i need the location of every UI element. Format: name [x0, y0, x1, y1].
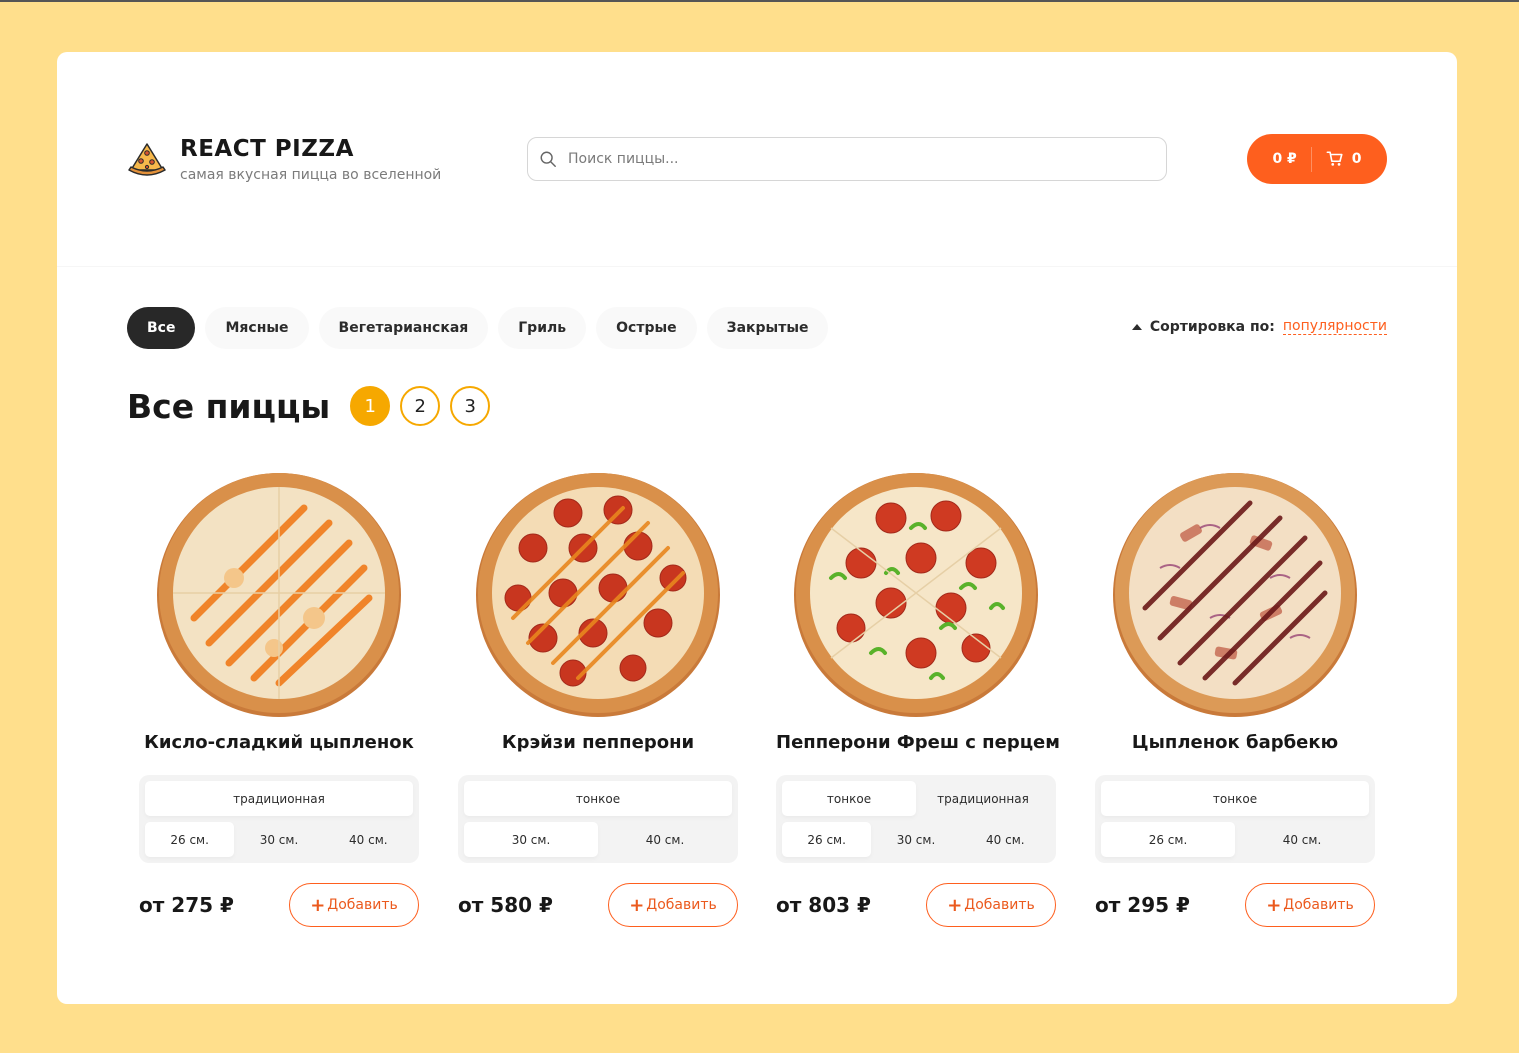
pizza-price: от 295 ₽	[1095, 893, 1190, 917]
dough-option[interactable]: тонкое	[464, 781, 732, 816]
plus-icon: +	[947, 894, 963, 916]
page-title: Все пиццы	[127, 386, 331, 426]
pizza-options: тонкое 26 см. 40 см.	[1095, 775, 1375, 863]
add-to-cart-button[interactable]: + Добавить	[926, 883, 1056, 927]
add-button-label: Добавить	[646, 897, 717, 913]
plus-icon: +	[310, 894, 326, 916]
pizza-options: традиционная 26 см. 30 см. 40 см.	[139, 775, 419, 863]
pizza-card: Цыпленок барбекю тонкое 26 см. 40 см. от…	[1095, 468, 1375, 927]
pizza-image	[157, 473, 401, 717]
search-icon	[540, 151, 556, 167]
pizza-price: от 580 ₽	[458, 893, 553, 917]
size-option[interactable]: 40 см.	[598, 822, 732, 857]
pizza-image	[794, 473, 1038, 717]
dough-option[interactable]: традиционная	[916, 781, 1050, 816]
category-closed[interactable]: Закрытые	[706, 307, 829, 349]
pizza-price: от 275 ₽	[139, 893, 234, 917]
pizza-price: от 803 ₽	[776, 893, 871, 917]
pizza-card: Кисло-сладкий цыпленок традиционная 26 с…	[139, 468, 419, 927]
cart-divider	[1310, 146, 1312, 172]
plus-icon: +	[629, 894, 645, 916]
search-box	[527, 137, 1167, 181]
add-to-cart-button[interactable]: + Добавить	[1245, 883, 1375, 927]
dough-option[interactable]: тонкое	[1101, 781, 1369, 816]
sort-value[interactable]: популярности	[1282, 318, 1387, 335]
pizza-options: тонкое традиционная 26 см. 30 см. 40 см.	[776, 775, 1056, 863]
size-option[interactable]: 40 см.	[324, 822, 413, 857]
pizza-name: Цыпленок барбекю	[1131, 732, 1339, 753]
add-button-label: Добавить	[1283, 897, 1354, 913]
size-option[interactable]: 26 см.	[1101, 822, 1235, 857]
cart-icon	[1326, 151, 1343, 166]
pizza-options: тонкое 30 см. 40 см.	[458, 775, 738, 863]
plus-icon: +	[1266, 894, 1282, 916]
dough-option[interactable]: традиционная	[145, 781, 413, 816]
app-container: REACT PIZZA самая вкусная пицца во вселе…	[57, 52, 1457, 1004]
add-to-cart-button[interactable]: + Добавить	[608, 883, 738, 927]
search-input[interactable]	[568, 151, 1148, 167]
window-top-border	[0, 0, 1519, 2]
size-option[interactable]: 30 см.	[234, 822, 323, 857]
sort-control: Сортировка по: популярности	[1131, 318, 1387, 335]
dough-option[interactable]: тонкое	[782, 781, 916, 816]
size-option[interactable]: 40 см.	[1235, 822, 1369, 857]
title-row: Все пиццы 1 2 3	[127, 386, 500, 426]
category-vegetarian[interactable]: Вегетарианская	[318, 307, 489, 349]
pizza-image	[476, 473, 720, 717]
logo[interactable]: REACT PIZZA самая вкусная пицца во вселе…	[127, 136, 441, 183]
pizza-logo-icon	[128, 142, 166, 176]
sort-label: Сортировка по:	[1149, 318, 1275, 335]
cart-count: 0	[1351, 151, 1362, 167]
logo-subtitle: самая вкусная пицца во вселенной	[180, 167, 442, 183]
pizza-card: Пепперони Фреш с перцем тонкое традицион…	[776, 468, 1060, 927]
pizza-card: Крэйзи пепперони тонкое 30 см. 40 см. от…	[458, 468, 738, 927]
size-option[interactable]: 30 см.	[464, 822, 598, 857]
pizza-name: Крэйзи пепперони	[501, 732, 695, 753]
pizza-image	[1113, 473, 1357, 717]
category-grill[interactable]: Гриль	[498, 307, 587, 349]
sort-arrow-up-icon[interactable]	[1131, 323, 1142, 330]
size-option[interactable]: 26 см.	[145, 822, 235, 857]
category-all[interactable]: Все	[127, 307, 196, 349]
cart-button[interactable]: 0 ₽ 0	[1247, 134, 1387, 184]
page-button-1[interactable]: 1	[350, 386, 391, 426]
pizza-name: Кисло-сладкий цыпленок	[144, 732, 414, 753]
page-button-2[interactable]: 2	[400, 386, 441, 426]
logo-title: REACT PIZZA	[180, 136, 354, 162]
page-button-3[interactable]: 3	[450, 386, 491, 426]
category-spicy[interactable]: Острые	[596, 307, 697, 349]
add-button-label: Добавить	[327, 897, 398, 913]
size-option[interactable]: 26 см.	[782, 822, 872, 857]
pizza-name: Пепперони Фреш с перцем	[776, 732, 1060, 753]
header: REACT PIZZA самая вкусная пицца во вселе…	[57, 52, 1457, 267]
cart-total: 0 ₽	[1272, 151, 1297, 167]
add-button-label: Добавить	[964, 897, 1035, 913]
add-to-cart-button[interactable]: + Добавить	[289, 883, 419, 927]
category-meat[interactable]: Мясные	[205, 307, 309, 349]
category-list: Все Мясные Вегетарианская Гриль Острые З…	[127, 307, 838, 349]
size-option[interactable]: 30 см.	[871, 822, 960, 857]
size-option[interactable]: 40 см.	[961, 822, 1050, 857]
